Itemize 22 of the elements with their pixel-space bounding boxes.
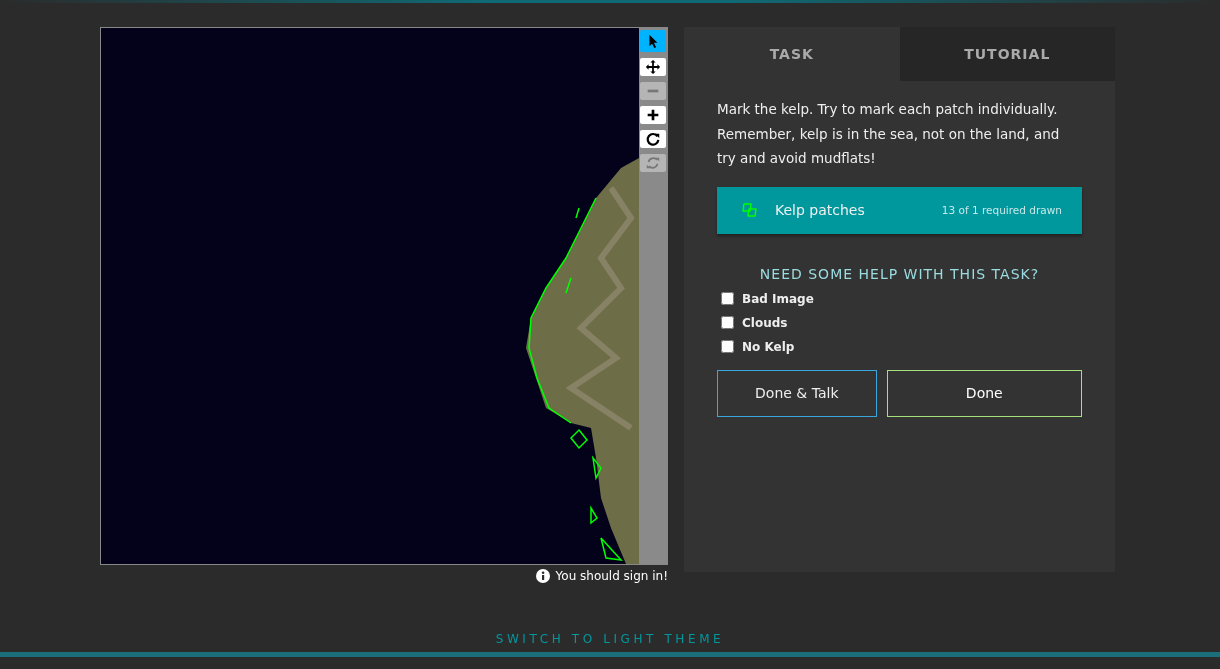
move-icon <box>645 59 661 75</box>
tab[interactable]: TUTORIAL <box>899 27 1115 81</box>
sign-in-notice: You should sign in! <box>555 569 668 583</box>
reset-icon <box>645 155 661 171</box>
rotate-tool-button[interactable] <box>640 130 666 148</box>
checkbox[interactable] <box>721 340 734 353</box>
checkbox[interactable] <box>721 292 734 305</box>
checkbox-label: Clouds <box>742 315 788 330</box>
checkbox-label: No Kelp <box>742 339 795 354</box>
done-button[interactable]: Done <box>886 369 1082 417</box>
move-tool-button[interactable] <box>640 58 666 76</box>
talk-button[interactable]: Done & Talk <box>717 369 877 417</box>
task-instructions: Mark the kelp. Try to mark each patch individually. Remember, kelp is in the sea, not on the land, and try and avoid mudflats! <box>717 100 1061 168</box>
help-heading: NEED SOME HELP WITH THIS TASK? <box>758 265 1041 282</box>
zoom-in-tool-button[interactable] <box>640 106 666 124</box>
pointer-tool-button[interactable] <box>640 30 666 52</box>
zoom-in-icon <box>645 107 661 123</box>
info-icon <box>535 569 550 583</box>
checkbox-label: Bad Image <box>742 291 814 306</box>
theme-switch-link[interactable]: SWITCH TO LIGHT THEME <box>489 631 731 647</box>
rotate-icon <box>645 131 661 147</box>
checkbox[interactable] <box>721 316 734 329</box>
